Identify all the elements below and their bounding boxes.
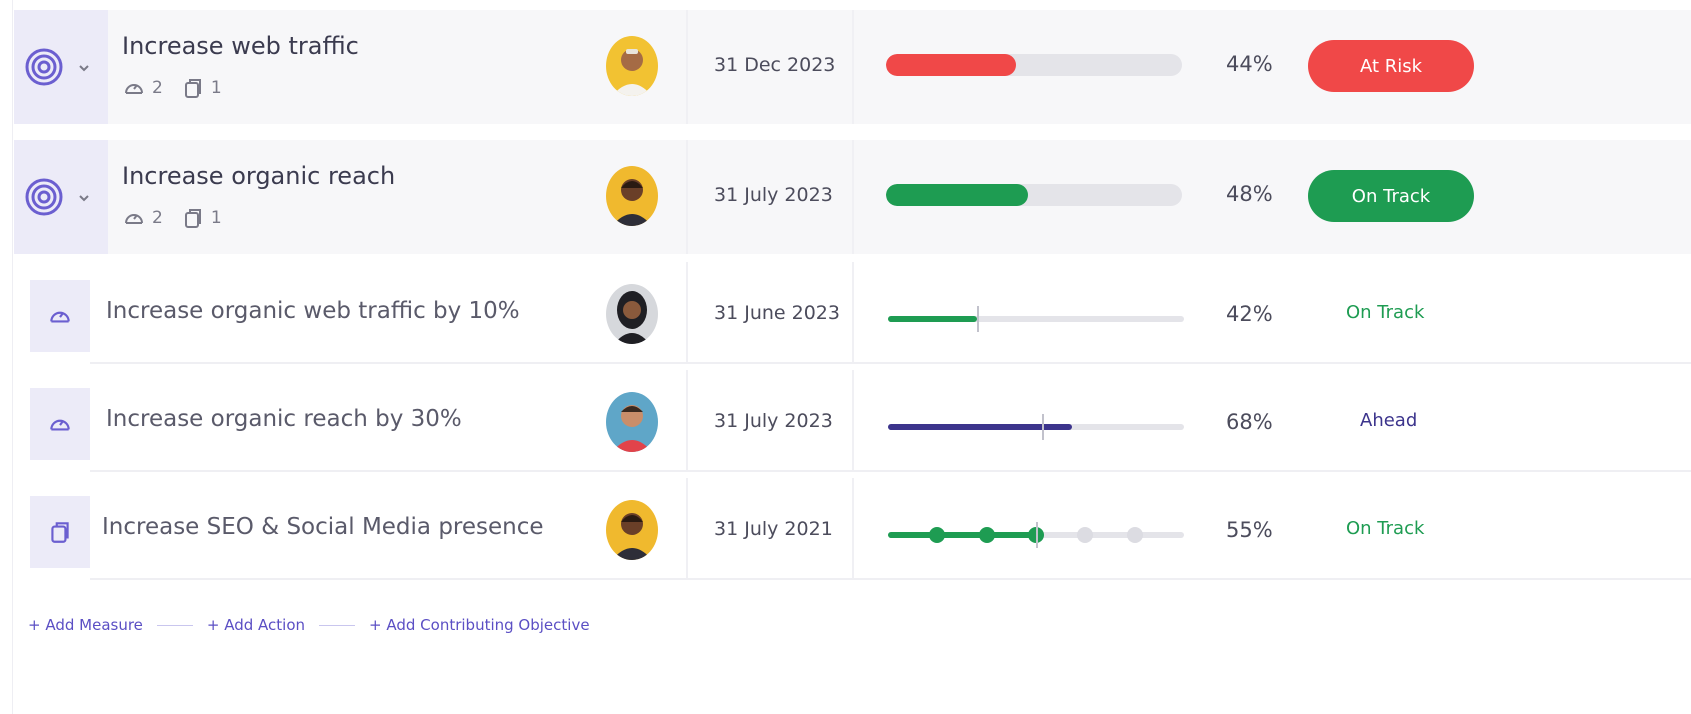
action-count: 1 xyxy=(210,78,222,98)
milestone-dot[interactable] xyxy=(929,527,946,543)
target-marker xyxy=(1036,522,1038,548)
person-avatar-icon xyxy=(606,392,658,452)
column-divider xyxy=(852,262,854,362)
action-row[interactable]: Increase SEO & Social Media presence 31 … xyxy=(14,478,1691,580)
progress-track xyxy=(888,414,1184,440)
progress-bar xyxy=(886,54,1182,76)
due-date: 31 July 2021 xyxy=(714,518,833,540)
measure-row[interactable]: Increase organic web traffic by 10% 31 J… xyxy=(14,262,1691,364)
column-divider xyxy=(852,370,854,470)
objectives-board: Increase web traffic 2 1 31 Dec 2023 44%… xyxy=(0,0,1691,714)
gauge-icon xyxy=(125,84,143,94)
action-title[interactable]: Increase SEO & Social Media presence xyxy=(102,514,544,540)
objective-row[interactable]: Increase organic reach 2 1 31 July 2023 … xyxy=(14,140,1691,254)
milestone-track xyxy=(888,522,1184,548)
status-label: Ahead xyxy=(1360,410,1418,431)
due-date: 31 July 2023 xyxy=(714,410,833,432)
chevron-down-icon xyxy=(79,65,89,72)
measure-count: 2 xyxy=(152,208,163,228)
action-icon xyxy=(51,522,69,543)
action-count: 1 xyxy=(210,208,222,228)
due-date: 31 June 2023 xyxy=(714,302,840,324)
add-links: + Add Measure + Add Action + Add Contrib… xyxy=(28,616,590,634)
gauge-icon xyxy=(125,214,143,224)
person-avatar-icon xyxy=(606,500,658,560)
column-divider xyxy=(686,370,688,470)
avatar[interactable] xyxy=(606,284,658,344)
row-divider xyxy=(90,362,1691,364)
milestone-dot[interactable] xyxy=(1126,527,1143,543)
action-icon xyxy=(184,209,201,228)
objective-expand-toggle[interactable] xyxy=(14,10,108,124)
progress-percent: 48% xyxy=(1226,182,1273,206)
objective-title[interactable]: Increase web traffic xyxy=(122,32,359,60)
column-divider xyxy=(852,478,854,578)
person-avatar-icon xyxy=(606,166,658,226)
separator-line xyxy=(319,624,356,626)
row-divider xyxy=(90,470,1691,472)
objective-meta: 2 1 xyxy=(122,76,234,100)
status-badge[interactable]: At Risk xyxy=(1308,40,1474,92)
measure-icon-box xyxy=(30,280,90,352)
avatar[interactable] xyxy=(606,36,658,96)
objective-meta: 2 1 xyxy=(122,206,234,230)
status-badge[interactable]: On Track xyxy=(1308,170,1474,222)
column-divider xyxy=(686,262,688,362)
objective-row[interactable]: Increase web traffic 2 1 31 Dec 2023 44%… xyxy=(14,10,1691,124)
progress-track xyxy=(888,306,1184,332)
row-divider xyxy=(90,578,1691,580)
progress-percent: 44% xyxy=(1226,52,1273,76)
progress-fill xyxy=(888,532,1036,538)
target-icon xyxy=(25,178,89,216)
progress-percent: 55% xyxy=(1226,518,1273,542)
progress-fill xyxy=(886,54,1017,76)
action-icon xyxy=(184,79,201,98)
progress-fill xyxy=(886,184,1029,206)
progress-bar xyxy=(886,184,1182,206)
column-divider xyxy=(686,478,688,578)
column-divider xyxy=(686,140,688,254)
milestone-dot[interactable] xyxy=(978,527,995,543)
person-avatar-icon xyxy=(606,284,658,344)
column-divider xyxy=(852,10,854,124)
due-date: 31 Dec 2023 xyxy=(714,54,836,76)
separator-line xyxy=(156,624,193,626)
add-measure-link[interactable]: + Add Measure xyxy=(28,616,143,634)
target-marker xyxy=(1041,414,1044,440)
measure-icon-box xyxy=(30,388,90,460)
add-action-link[interactable]: + Add Action xyxy=(207,616,305,634)
progress-percent: 68% xyxy=(1226,410,1273,434)
progress-percent: 42% xyxy=(1226,302,1273,326)
avatar[interactable] xyxy=(606,166,658,226)
due-date: 31 July 2023 xyxy=(714,184,833,206)
objective-title[interactable]: Increase organic reach xyxy=(122,162,395,190)
column-divider xyxy=(686,10,688,124)
progress-fill xyxy=(888,424,1072,430)
avatar[interactable] xyxy=(606,392,658,452)
measure-count: 2 xyxy=(152,78,163,98)
status-label: On Track xyxy=(1346,518,1425,539)
left-rail xyxy=(12,0,13,714)
target-icon xyxy=(25,48,89,86)
measure-title[interactable]: Increase organic web traffic by 10% xyxy=(106,298,520,324)
chevron-down-icon xyxy=(79,195,89,202)
avatar[interactable] xyxy=(606,500,658,560)
status-label: On Track xyxy=(1346,302,1425,323)
add-contributing-objective-link[interactable]: + Add Contributing Objective xyxy=(369,616,590,634)
progress-fill xyxy=(888,316,977,322)
measure-row[interactable]: Increase organic reach by 30% 31 July 20… xyxy=(14,370,1691,472)
gauge-icon xyxy=(50,419,70,431)
column-divider xyxy=(852,140,854,254)
measure-title[interactable]: Increase organic reach by 30% xyxy=(106,406,462,432)
target-marker xyxy=(976,306,979,332)
gauge-icon xyxy=(50,311,70,323)
objective-expand-toggle[interactable] xyxy=(14,140,108,254)
action-icon-box xyxy=(30,496,90,568)
milestone-dot[interactable] xyxy=(1077,527,1094,543)
person-avatar-icon xyxy=(606,36,658,96)
